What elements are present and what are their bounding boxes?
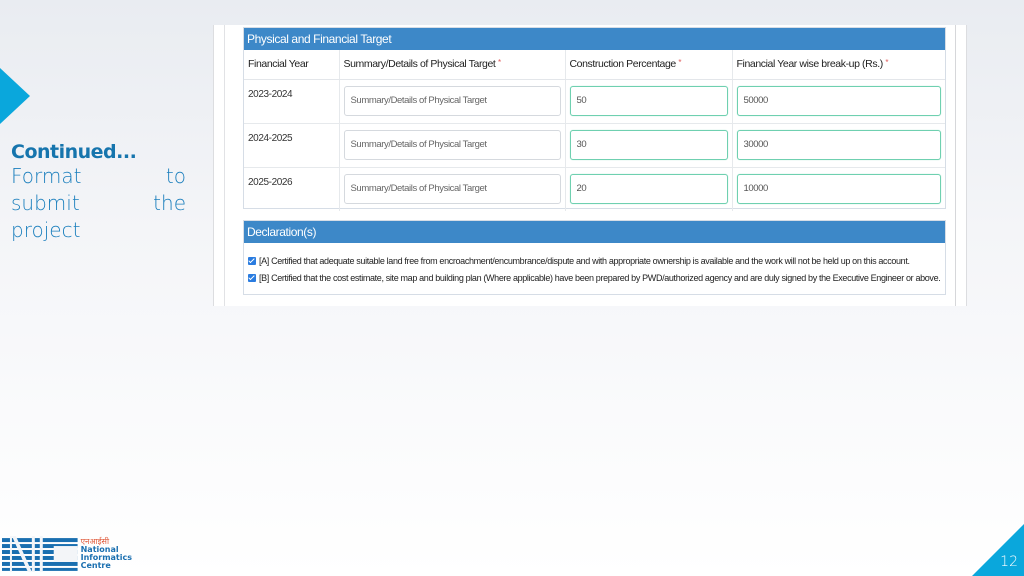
table-row: 2025-2026 [244, 167, 945, 211]
slide-body-word: Format [11, 164, 82, 188]
required-asterisk: * [678, 58, 682, 68]
summary-input[interactable] [343, 129, 561, 160]
declarations-panel: Declaration(s) [A] Certified that adequa… [243, 220, 946, 295]
summary-input[interactable] [343, 173, 561, 204]
slide-arrow-decoration [0, 68, 30, 124]
slide-caption: Continued... Format to submit the projec… [11, 141, 186, 244]
physical-financial-target-panel: Physical and Financial Target Financial … [243, 27, 946, 211]
breakup-amount-input[interactable] [736, 173, 941, 204]
column-header-financial-year: Financial Year [244, 50, 339, 80]
table-header-row: Financial Year Summary/Details of Physic… [244, 50, 945, 80]
declaration-checkbox-a[interactable] [248, 257, 256, 265]
declaration-checkbox-b[interactable] [248, 274, 256, 282]
declaration-item: [B] Certified that the cost estimate, si… [248, 270, 941, 286]
table-row: 2023-2024 [244, 79, 945, 124]
slide-body-word: project [11, 218, 81, 242]
slide-body-line: Format to [11, 163, 186, 190]
slide-body: Format to submit the project [11, 163, 186, 244]
required-asterisk: * [885, 58, 889, 68]
slide-body-word: submit [11, 191, 80, 215]
construction-percentage-input[interactable] [569, 173, 728, 204]
column-header-construction-percentage: Construction Percentage * [564, 50, 732, 80]
nic-logo-mark-icon [2, 536, 78, 572]
breakup-amount-input[interactable] [736, 129, 941, 160]
nic-logo: एनआईसी National Informatics Centre [2, 535, 132, 573]
declaration-item: [A] Certified that adequate suitable lan… [248, 253, 941, 269]
form-screenshot: Physical and Financial Target Financial … [213, 25, 967, 306]
financial-year-value: 2024-2025 [248, 132, 293, 144]
financial-year-value: 2023-2024 [248, 88, 293, 100]
column-header-breakup: Financial Year wise break-up (Rs.) * [731, 50, 945, 80]
slide-heading: Continued... [11, 141, 137, 163]
financial-year-value: 2025-2026 [248, 176, 293, 188]
table-row: 2024-2025 [244, 123, 945, 168]
construction-percentage-input[interactable] [569, 129, 728, 160]
page-number: 12 [1000, 554, 1018, 570]
declaration-text: [B] Certified that the cost estimate, si… [259, 273, 941, 283]
declaration-list: [A] Certified that adequate suitable lan… [244, 243, 945, 286]
construction-percentage-input[interactable] [569, 85, 728, 116]
summary-input[interactable] [343, 85, 561, 116]
panel-title: Declaration(s) [244, 221, 945, 243]
logo-line: Centre [80, 561, 111, 570]
breakup-amount-input[interactable] [736, 85, 941, 116]
slide-body-word: the [153, 191, 186, 215]
nic-logo-text: एनआईसी National Informatics Centre [81, 538, 132, 570]
declaration-text: [A] Certified that adequate suitable lan… [259, 256, 910, 266]
slide-body-line: project [11, 217, 186, 244]
slide-body-line: submit the [11, 190, 186, 217]
slide-body-word: to [165, 164, 186, 188]
column-header-summary: Summary/Details of Physical Target * [338, 50, 565, 80]
required-asterisk: * [497, 58, 501, 68]
panel-title: Physical and Financial Target [244, 28, 945, 50]
target-table: Financial Year Summary/Details of Physic… [244, 50, 945, 211]
